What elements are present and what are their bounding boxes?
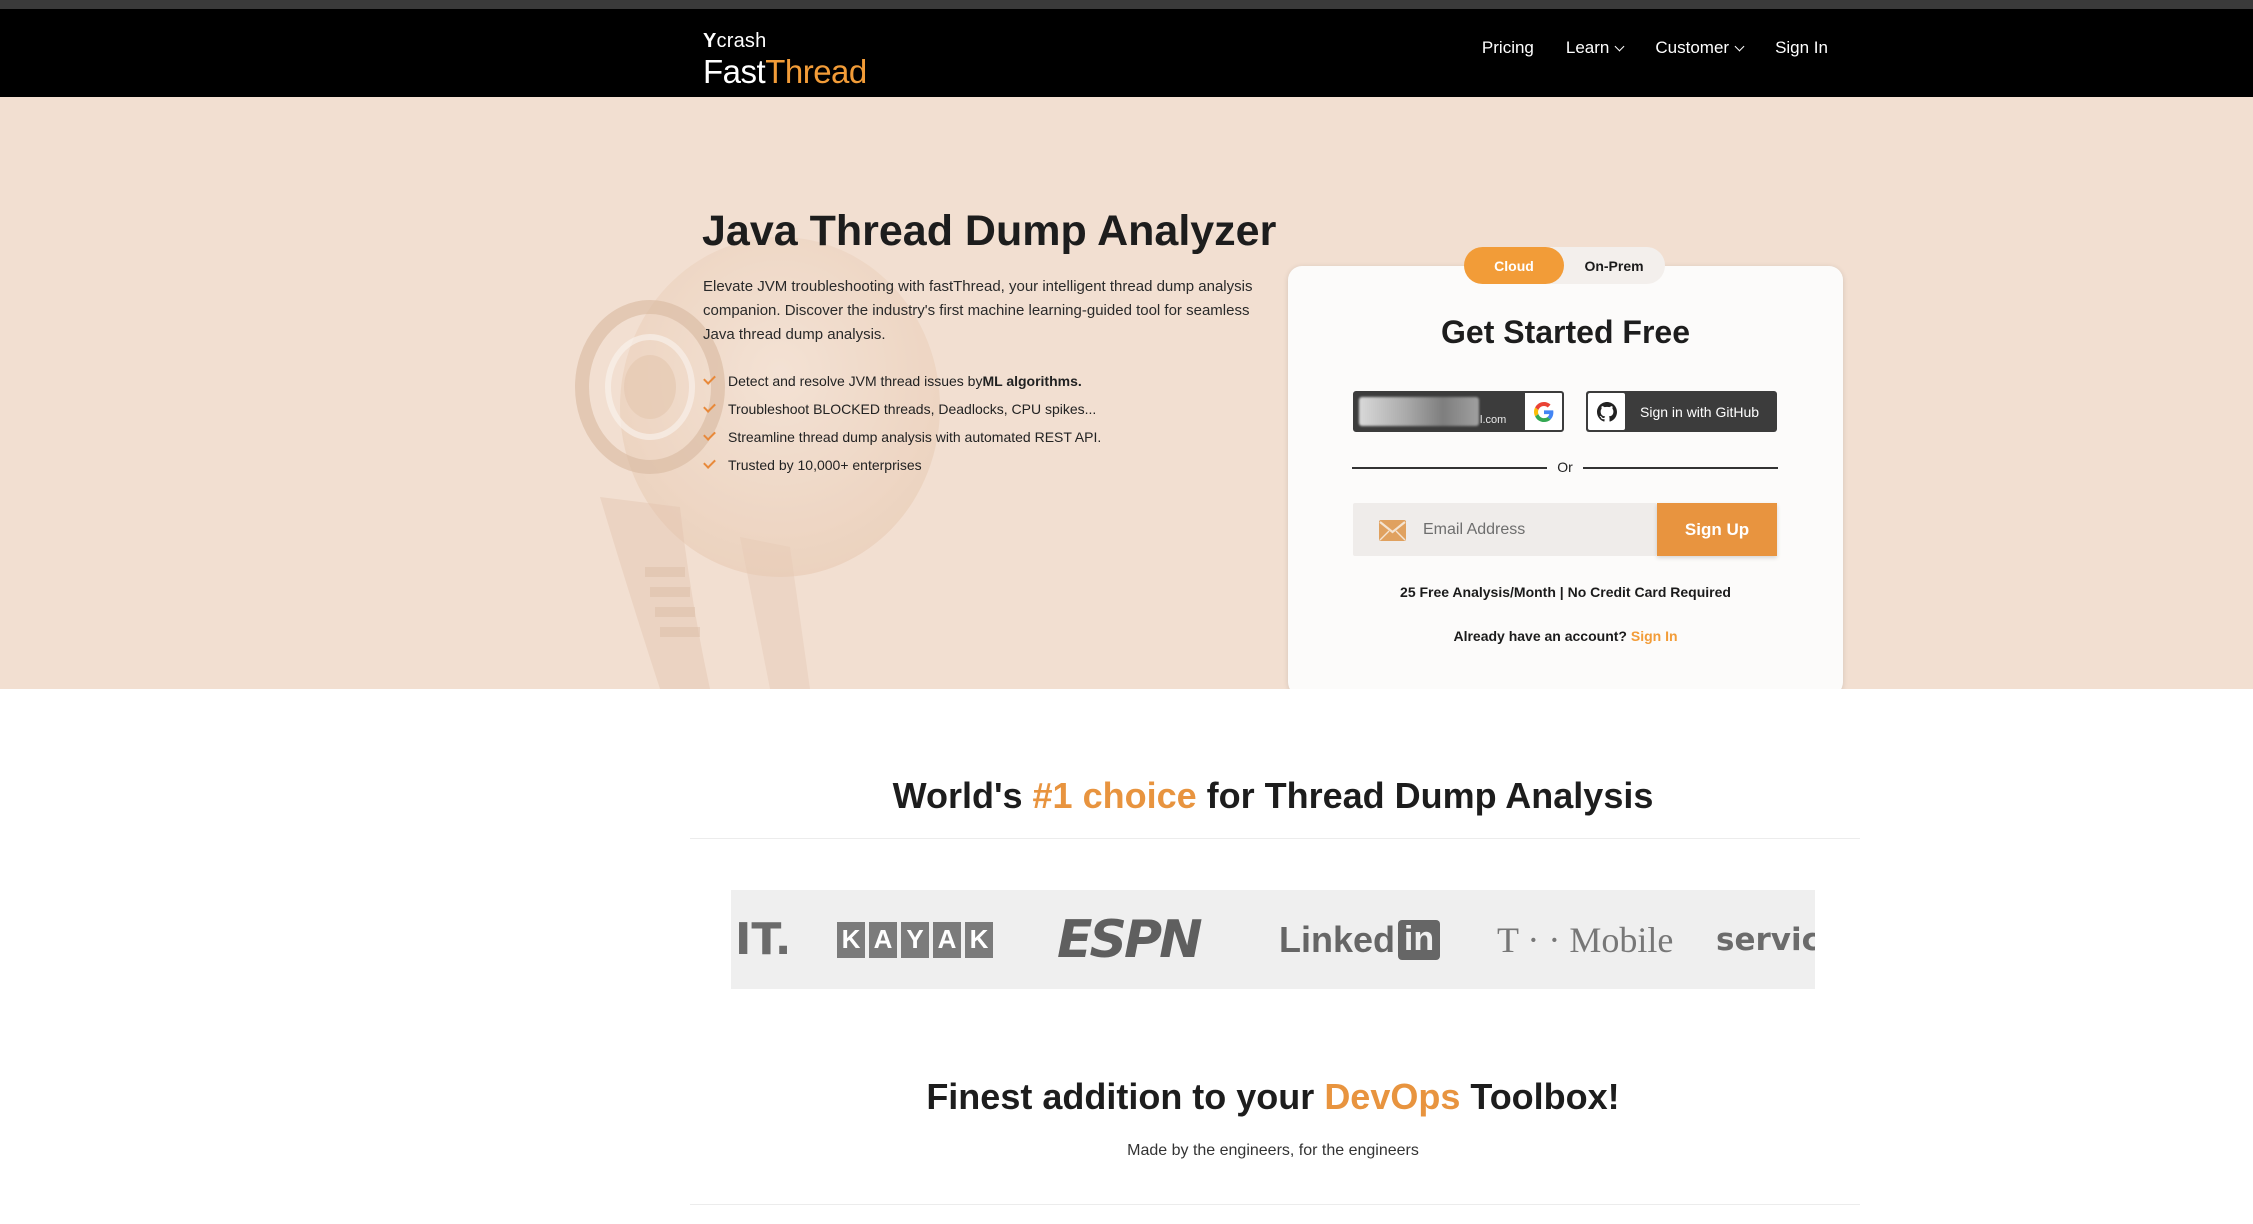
devops-heading-highlight: DevOps — [1324, 1076, 1461, 1117]
github-icon — [1588, 393, 1625, 430]
choice-heading: World's #1 choice for Thread Dump Analys… — [0, 775, 2253, 817]
devops-heading: Finest addition to your DevOps Toolbox! — [0, 1076, 2253, 1118]
logo-espn: ESPN — [1057, 909, 1203, 970]
signup-title: Get Started Free — [1441, 314, 1690, 350]
devops-subtitle: Made by the engineers, for the engineers — [1127, 1142, 1419, 1159]
or-divider: Or — [1352, 457, 1778, 477]
hero-description: Elevate JVM troubleshooting with fastThr… — [703, 278, 1253, 343]
google-sign-in-button[interactable]: l.com — [1353, 391, 1564, 432]
feature-item: Detect and resolve JVM thread issues by … — [703, 367, 1101, 395]
devops-heading-pre: Finest addition to your — [926, 1076, 1325, 1117]
top-strip — [0, 0, 2253, 9]
check-icon — [703, 372, 716, 385]
check-icon — [703, 400, 716, 413]
envelope-icon — [1379, 520, 1406, 541]
kayak-letter: A — [933, 921, 961, 958]
brand-logo[interactable]: Ycrash FastThread — [703, 21, 883, 90]
logo-kayak: K A Y A K — [837, 890, 993, 989]
toggle-on-prem[interactable]: On-Prem — [1564, 247, 1664, 284]
hero-title: Java Thread Dump Analyzer — [702, 207, 1277, 255]
google-icon — [1525, 393, 1562, 430]
section-divider — [690, 838, 1860, 839]
feature-item: Streamline thread dump analysis with aut… — [703, 423, 1101, 451]
devops-heading-post: Toolbox! — [1460, 1076, 1620, 1117]
redacted-account — [1359, 397, 1479, 426]
nav-learn[interactable]: Learn — [1566, 38, 1625, 58]
chevron-down-icon — [1734, 41, 1745, 51]
customer-logo-carousel: IT. K A Y A K ESPN Linked in T · · Mobile… — [731, 890, 1815, 989]
divider-line — [1583, 467, 1778, 469]
logo-servicenow: service — [1716, 921, 1815, 958]
email-input[interactable] — [1423, 503, 1653, 556]
choice-heading-pre: World's — [892, 775, 1033, 816]
chevron-down-icon — [1614, 41, 1625, 51]
check-icon — [703, 428, 716, 441]
nav-sign-in[interactable]: Sign In — [1775, 38, 1828, 58]
kayak-letter: K — [837, 921, 865, 958]
card-sign-in-link[interactable]: Sign In — [1631, 628, 1678, 644]
github-label: Sign in with GitHub — [1640, 403, 1760, 420]
signup-card: Get Started Free l.com Sign in with GitH… — [1288, 266, 1843, 689]
choice-heading-highlight: #1 choice — [1032, 775, 1197, 816]
main-nav: Pricing Learn Customer Sign In — [1482, 38, 1828, 58]
brand-name: FastThread — [703, 53, 867, 90]
logo-tmobile: T · · Mobile — [1497, 919, 1674, 960]
free-plan-note: 25 Free Analysis/Month | No Credit Card … — [1400, 584, 1731, 600]
linkedin-text: Linked — [1279, 918, 1396, 960]
account-prompt: Already have an account? — [1453, 628, 1627, 644]
logo-it: IT. — [735, 914, 792, 965]
linkedin-box: in — [1398, 919, 1441, 960]
brand-prefix: Ycrash — [703, 30, 767, 52]
feature-list: Detect and resolve JVM thread issues by … — [703, 367, 1101, 479]
nav-pricing[interactable]: Pricing — [1482, 38, 1534, 58]
google-account-text: l.com — [1480, 414, 1507, 426]
kayak-letter: Y — [901, 921, 929, 958]
sign-up-button[interactable]: Sign Up — [1657, 503, 1777, 556]
kayak-letter: K — [965, 921, 993, 958]
choice-heading-post: for Thread Dump Analysis — [1196, 775, 1654, 816]
toggle-cloud[interactable]: Cloud — [1464, 247, 1564, 284]
nav-customer[interactable]: Customer — [1655, 38, 1745, 58]
hero-section: Java Thread Dump Analyzer Elevate JVM tr… — [0, 97, 2253, 689]
check-icon — [703, 456, 716, 469]
feature-item: Trusted by 10,000+ enterprises — [703, 451, 1101, 479]
deployment-toggle: Cloud On-Prem — [1464, 247, 1665, 284]
email-field-wrapper — [1353, 503, 1657, 556]
kayak-letter: A — [869, 921, 897, 958]
logo-linkedin: Linked in — [1279, 890, 1441, 989]
navbar: Ycrash FastThread Pricing Learn Customer… — [0, 9, 2253, 97]
feature-item: Troubleshoot BLOCKED threads, Deadlocks,… — [703, 395, 1101, 423]
existing-account-note: Already have an account? Sign In — [1288, 628, 1843, 644]
github-sign-in-button[interactable]: Sign in with GitHub — [1586, 391, 1777, 432]
section-divider — [690, 1204, 1860, 1205]
